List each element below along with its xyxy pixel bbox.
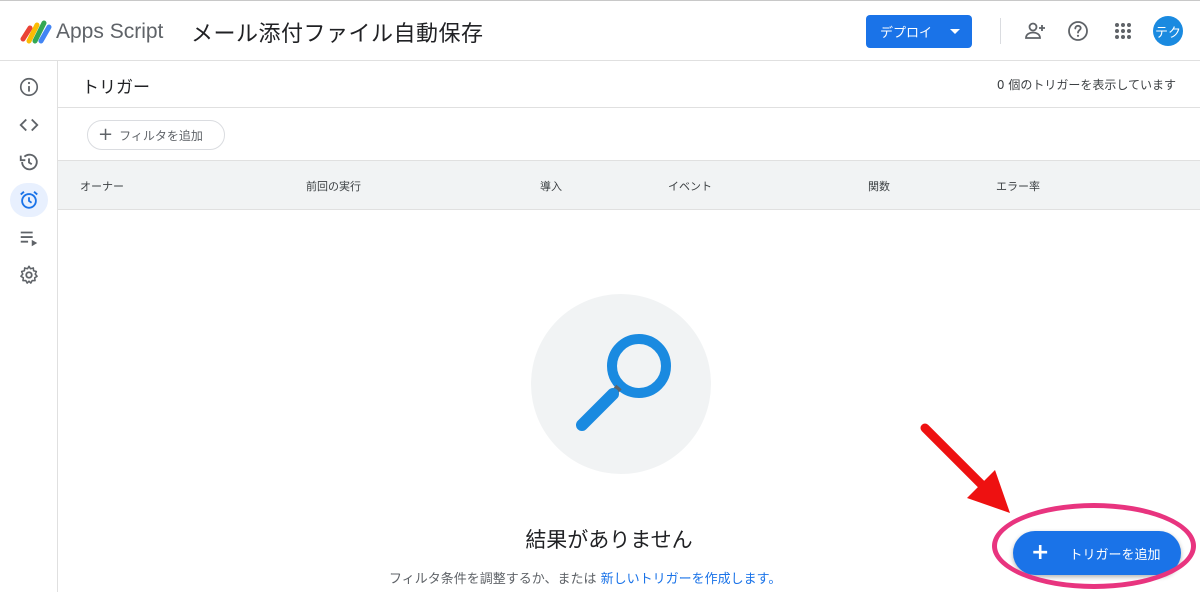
magnifier-icon [576,334,671,431]
history-icon [19,153,38,171]
app-header: Apps Script メール添付ファイル自動保存 デプロイ テク [0,0,1200,61]
header-divider [1000,18,1001,44]
nav-overview[interactable] [10,70,48,104]
help-icon[interactable] [1066,19,1090,43]
trigger-count-text: 0 個のトリガーを表示しています [996,78,1176,92]
empty-state-illustration [531,294,711,474]
avatar[interactable]: テク [1153,16,1183,46]
page-title: トリガー [82,78,150,98]
empty-state-hint: フィルタ条件を調整するか、または [389,572,597,587]
create-trigger-link[interactable]: 新しいトリガーを作成します。 [601,572,782,587]
panel-title-bar: トリガー 0 個のトリガーを表示しています [58,61,1200,108]
nav-triggers[interactable] [10,183,48,217]
column-header-deployment[interactable]: 導入 [540,178,562,194]
table-header-row: オーナー 前回の実行 導入 イベント 関数 エラー率 [58,160,1200,210]
add-filter-label: フィルタを追加 [119,128,203,143]
nav-executions[interactable] [10,145,48,179]
annotation-arrow-icon [920,423,1010,513]
annotation-highlight-ellipse [992,503,1196,589]
column-header-event[interactable]: イベント [668,178,712,194]
nav-run-list[interactable] [10,221,48,255]
column-header-function[interactable]: 関数 [868,178,890,194]
column-header-owner[interactable]: オーナー [80,178,124,194]
empty-state-subtitle: フィルタ条件を調整するか、または 新しいトリガーを作成します。 [389,568,781,587]
project-title[interactable]: メール添付ファイル自動保存 [191,16,484,48]
playlist-play-icon [20,231,38,247]
info-icon [19,77,39,97]
code-icon [19,118,39,132]
add-filter-chip[interactable]: + フィルタを追加 [87,120,225,150]
column-header-last-run[interactable]: 前回の実行 [306,178,361,194]
deploy-button-label: デプロイ [880,26,933,41]
alarm-clock-icon [20,191,38,209]
nav-editor[interactable] [10,108,48,142]
deploy-button[interactable]: デプロイ [866,15,972,48]
nav-settings[interactable] [10,258,48,292]
plus-icon: + [98,124,114,145]
apps-script-logo-icon[interactable] [20,19,52,47]
brand-name[interactable]: Apps Script [56,20,163,44]
apps-grid-icon[interactable] [1111,19,1135,43]
gear-icon [20,265,38,284]
share-person-add-icon[interactable] [1023,19,1047,43]
chevron-down-icon [950,29,960,34]
column-header-error-rate[interactable]: エラー率 [996,178,1040,194]
left-navigation-rail [0,61,58,592]
